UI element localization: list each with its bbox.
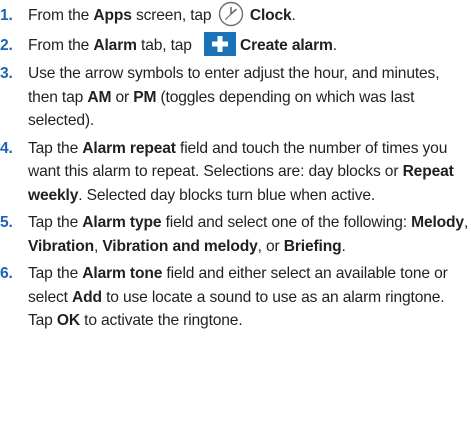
- step-number: 6.: [0, 265, 13, 282]
- am-label: AM: [87, 88, 112, 106]
- steps-list: 1. From the Apps screen, tap Clock. 2. F…: [0, 1, 471, 337]
- step-5: 5. Tap the Alarm type field and select o…: [0, 211, 471, 258]
- pm-label: PM: [133, 88, 157, 106]
- step-text: From the Apps screen, tap Clock.: [28, 1, 296, 27]
- clock-icon: [218, 1, 243, 27]
- step-text: Tap the Alarm tone field and either sele…: [28, 265, 448, 329]
- step-text: Tap the Alarm repeat field and touch the…: [28, 139, 454, 204]
- step-text: Use the arrow symbols to enter adjust th…: [28, 65, 440, 129]
- step-4: 4. Tap the Alarm repeat field and touch …: [0, 137, 471, 208]
- step-number: 1.: [0, 7, 13, 24]
- apps-label: Apps: [93, 7, 132, 24]
- vibration-label: Vibration: [28, 237, 94, 255]
- step-number: 2.: [0, 36, 13, 54]
- step-text: From the Alarm tab, tap Create alarm.: [28, 31, 337, 56]
- alarm-repeat-label: Alarm repeat: [82, 139, 176, 157]
- alarm-tone-label: Alarm tone: [82, 265, 163, 282]
- step-3: 3. Use the arrow symbols to enter adjust…: [0, 62, 471, 133]
- step-6: 6. Tap the Alarm tone field and either s…: [0, 262, 471, 333]
- step-number: 4.: [0, 139, 13, 157]
- add-label: Add: [72, 288, 102, 306]
- step-2: 2. From the Alarm tab, tap Create alarm.: [0, 31, 471, 58]
- ok-label: OK: [56, 312, 80, 329]
- step-number: 5.: [0, 214, 13, 231]
- briefing-label: Briefing: [283, 237, 342, 255]
- clock-label: Clock: [249, 7, 292, 24]
- create-alarm-label: Create alarm: [240, 36, 333, 54]
- step-number: 3.: [0, 65, 13, 82]
- alarm-type-label: Alarm type: [82, 214, 162, 231]
- plus-icon: [204, 31, 237, 56]
- step-text: Tap the Alarm type field and select one …: [28, 214, 469, 255]
- vibration-and-melody-label: Vibration and melody: [102, 237, 258, 255]
- melody-label: Melody: [411, 214, 464, 231]
- step-1: 1. From the Apps screen, tap Clock.: [0, 1, 471, 28]
- alarm-tab-label: Alarm: [93, 36, 137, 54]
